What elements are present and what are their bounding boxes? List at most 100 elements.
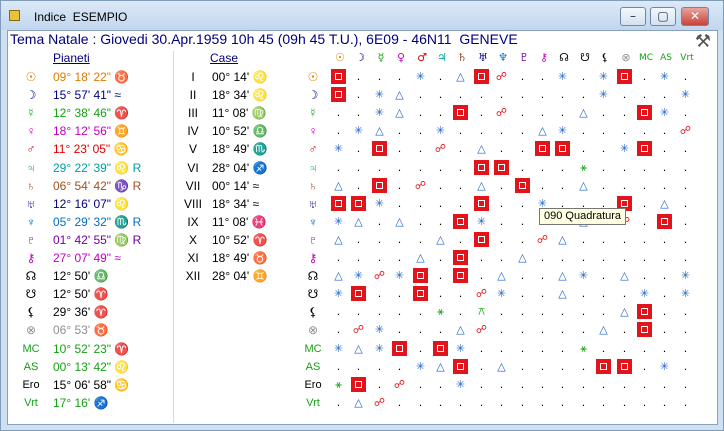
trine-aspect-icon[interactable]: △	[391, 104, 408, 122]
square-aspect-icon[interactable]	[473, 231, 490, 249]
square-aspect-icon[interactable]	[473, 195, 490, 213]
square-aspect-icon[interactable]	[350, 376, 367, 394]
square-aspect-icon[interactable]	[473, 159, 490, 177]
opposition-aspect-icon[interactable]: ☍	[473, 285, 490, 303]
square-aspect-icon[interactable]	[412, 285, 429, 303]
square-aspect-icon[interactable]	[493, 159, 510, 177]
trine-aspect-icon[interactable]: △	[534, 122, 551, 140]
trine-aspect-icon[interactable]: △	[391, 213, 408, 231]
trine-aspect-icon[interactable]: △	[554, 267, 571, 285]
trine-aspect-icon[interactable]: △	[350, 394, 367, 412]
square-aspect-icon[interactable]	[473, 68, 490, 86]
square-aspect-icon[interactable]	[452, 249, 469, 267]
sextile-aspect-icon[interactable]: ✳	[452, 340, 469, 358]
opposition-aspect-icon[interactable]: ☍	[493, 68, 510, 86]
square-aspect-icon[interactable]	[636, 140, 653, 158]
sextile-aspect-icon[interactable]: ✳	[473, 213, 490, 231]
trine-aspect-icon[interactable]: △	[350, 213, 367, 231]
trine-aspect-icon[interactable]: △	[554, 231, 571, 249]
sextile-aspect-icon[interactable]: ✳	[677, 285, 694, 303]
sextile-aspect-icon[interactable]: ✳	[493, 285, 510, 303]
trine-aspect-icon[interactable]: △	[452, 321, 469, 339]
maximize-button[interactable]: ▢	[650, 7, 676, 26]
square-aspect-icon[interactable]	[452, 267, 469, 285]
sextile-aspect-icon[interactable]: ✳	[677, 86, 694, 104]
sextile-aspect-icon[interactable]: ✳	[616, 140, 633, 158]
trine-aspect-icon[interactable]: △	[330, 267, 347, 285]
square-aspect-icon[interactable]	[350, 195, 367, 213]
opposition-aspect-icon[interactable]: ☍	[473, 321, 490, 339]
sextile-aspect-icon[interactable]: ✳	[391, 267, 408, 285]
square-aspect-icon[interactable]	[514, 177, 531, 195]
semisextile-aspect-icon[interactable]: ⚹	[575, 340, 592, 358]
trine-aspect-icon[interactable]: △	[616, 303, 633, 321]
minimize-button[interactable]: –	[620, 7, 646, 26]
trine-aspect-icon[interactable]: △	[330, 177, 347, 195]
square-aspect-icon[interactable]	[595, 358, 612, 376]
trine-aspect-icon[interactable]: △	[391, 86, 408, 104]
trine-aspect-icon[interactable]: △	[412, 249, 429, 267]
opposition-aspect-icon[interactable]: ☍	[493, 104, 510, 122]
trine-aspect-icon[interactable]: △	[554, 285, 571, 303]
square-aspect-icon[interactable]	[452, 104, 469, 122]
semisextile-aspect-icon[interactable]: ⚹	[330, 376, 347, 394]
sextile-aspect-icon[interactable]: ✳	[371, 104, 388, 122]
sextile-aspect-icon[interactable]: ✳	[554, 122, 571, 140]
square-aspect-icon[interactable]	[636, 321, 653, 339]
sextile-aspect-icon[interactable]: ✳	[350, 267, 367, 285]
sextile-aspect-icon[interactable]: ✳	[330, 140, 347, 158]
sextile-aspect-icon[interactable]: ✳	[350, 122, 367, 140]
square-aspect-icon[interactable]	[330, 195, 347, 213]
sextile-aspect-icon[interactable]: ✳	[371, 86, 388, 104]
sextile-aspect-icon[interactable]: ✳	[371, 195, 388, 213]
title-bar[interactable]: Indice ESEMPIO – ▢ ✕	[1, 1, 723, 30]
sextile-aspect-icon[interactable]: ✳	[656, 358, 673, 376]
trine-aspect-icon[interactable]: △	[371, 122, 388, 140]
app-icon[interactable]	[9, 10, 20, 21]
square-aspect-icon[interactable]	[616, 358, 633, 376]
sextile-aspect-icon[interactable]: ✳	[412, 68, 429, 86]
trine-aspect-icon[interactable]: △	[330, 231, 347, 249]
opposition-aspect-icon[interactable]: ☍	[371, 267, 388, 285]
trine-aspect-icon[interactable]: △	[493, 358, 510, 376]
square-aspect-icon[interactable]	[432, 340, 449, 358]
sextile-aspect-icon[interactable]: ✳	[412, 358, 429, 376]
settings-tool-icon[interactable]: ⚒	[695, 31, 711, 52]
sextile-aspect-icon[interactable]: ✳	[554, 68, 571, 86]
trine-aspect-icon[interactable]: △	[432, 231, 449, 249]
sextile-aspect-icon[interactable]: ✳	[575, 267, 592, 285]
sextile-aspect-icon[interactable]: ✳	[330, 340, 347, 358]
square-aspect-icon[interactable]	[534, 140, 551, 158]
trine-aspect-icon[interactable]: △	[473, 140, 490, 158]
sextile-aspect-icon[interactable]: ✳	[656, 68, 673, 86]
square-aspect-icon[interactable]	[452, 358, 469, 376]
square-aspect-icon[interactable]	[636, 303, 653, 321]
trine-aspect-icon[interactable]: △	[656, 195, 673, 213]
sextile-aspect-icon[interactable]: ✳	[432, 122, 449, 140]
square-aspect-icon[interactable]	[452, 213, 469, 231]
trine-aspect-icon[interactable]: △	[575, 177, 592, 195]
close-button[interactable]: ✕	[681, 7, 709, 26]
square-aspect-icon[interactable]	[616, 68, 633, 86]
opposition-aspect-icon[interactable]: ☍	[371, 394, 388, 412]
opposition-aspect-icon[interactable]: ☍	[677, 122, 694, 140]
square-aspect-icon[interactable]	[350, 285, 367, 303]
trine-aspect-icon[interactable]: △	[493, 267, 510, 285]
sextile-aspect-icon[interactable]: ✳	[452, 376, 469, 394]
square-aspect-icon[interactable]	[554, 140, 571, 158]
square-aspect-icon[interactable]	[656, 213, 673, 231]
trine-aspect-icon[interactable]: △	[350, 340, 367, 358]
opposition-aspect-icon[interactable]: ☍	[391, 376, 408, 394]
quincunx-aspect-icon[interactable]: ⚻	[473, 303, 490, 321]
opposition-aspect-icon[interactable]: ☍	[412, 177, 429, 195]
opposition-aspect-icon[interactable]: ☍	[432, 140, 449, 158]
sextile-aspect-icon[interactable]: ✳	[330, 285, 347, 303]
trine-aspect-icon[interactable]: △	[473, 177, 490, 195]
trine-aspect-icon[interactable]: △	[432, 358, 449, 376]
square-aspect-icon[interactable]	[330, 68, 347, 86]
trine-aspect-icon[interactable]: △	[514, 249, 531, 267]
sextile-aspect-icon[interactable]: ✳	[656, 104, 673, 122]
sextile-aspect-icon[interactable]: ✳	[636, 285, 653, 303]
sextile-aspect-icon[interactable]: ✳	[595, 86, 612, 104]
opposition-aspect-icon[interactable]: ☍	[534, 231, 551, 249]
